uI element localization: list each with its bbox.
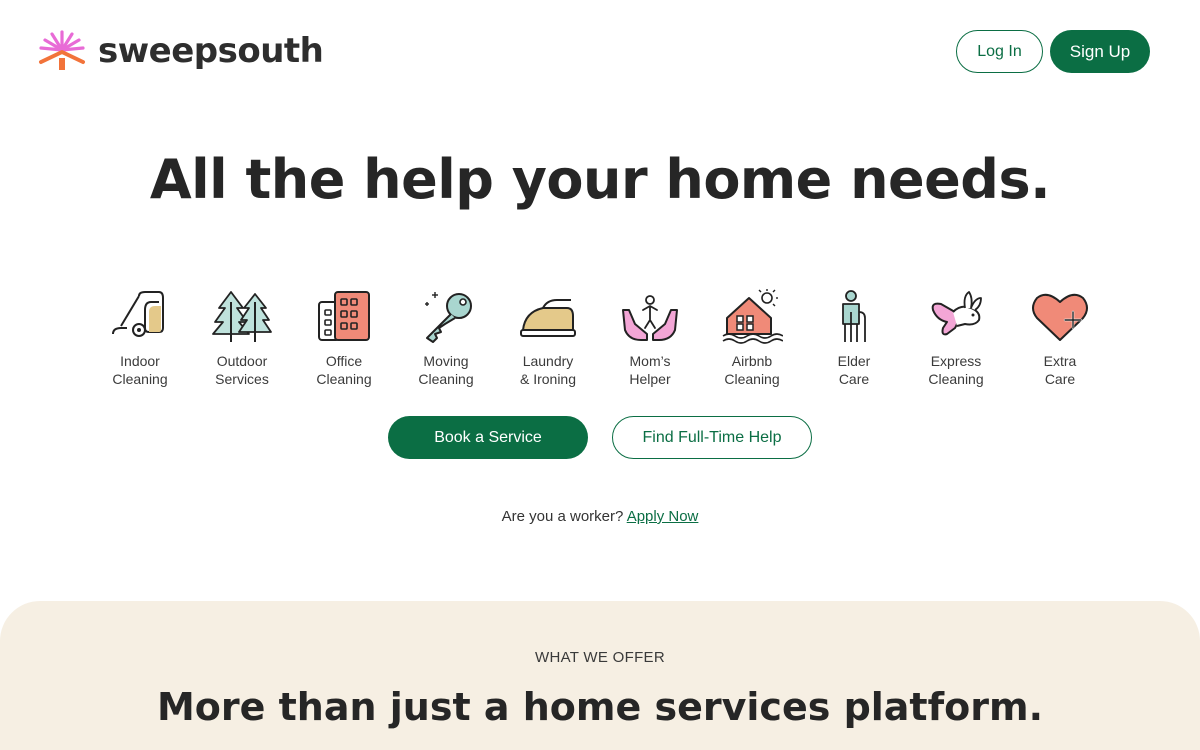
service-label-line2: Care — [838, 371, 870, 387]
house-sun-icon — [722, 289, 783, 344]
iron-icon — [520, 299, 576, 337]
service-label-line2: Cleaning — [316, 371, 372, 387]
services-row: Indoor Cleaning Outdoor Services Office … — [88, 288, 1112, 398]
service-label-line1: Airbnb — [731, 353, 773, 369]
service-indoor-cleaning[interactable]: Indoor Cleaning — [88, 288, 192, 398]
service-label-line2: Helper — [629, 371, 671, 387]
service-label-line1: Express — [930, 353, 982, 369]
heart-plus-icon — [1032, 293, 1088, 341]
vacuum-icon — [112, 291, 164, 337]
service-label-line2: Cleaning — [418, 371, 474, 387]
service-label-line1: Indoor — [120, 353, 160, 369]
service-extra-care[interactable]: Extra Care — [1008, 288, 1112, 398]
service-label-line2: & Ironing — [519, 371, 577, 387]
office-building-icon — [318, 291, 370, 341]
offer-section: WHAT WE OFFER More than just a home serv… — [0, 601, 1200, 750]
service-label-line2: Cleaning — [112, 371, 168, 387]
service-label-line2: Services — [215, 371, 269, 387]
book-service-button[interactable]: Book a Service — [388, 416, 588, 459]
worker-prompt: Are you a worker? Apply Now — [0, 508, 1200, 525]
signup-button[interactable]: Sign Up — [1050, 30, 1150, 73]
logo-wordmark: sweepsouth — [98, 31, 324, 71]
rabbit-icon — [931, 291, 982, 336]
service-label-line2: Care — [1044, 371, 1076, 387]
worker-question: Are you a worker? — [501, 508, 624, 525]
login-button[interactable]: Log In — [956, 30, 1043, 73]
service-elder-care[interactable]: Elder Care — [802, 288, 906, 398]
elder-person-icon — [842, 290, 866, 342]
hands-baby-icon — [622, 295, 678, 341]
offer-title: More than just a home services platform. — [156, 685, 1044, 729]
hero-title: All the help your home needs. — [149, 148, 1051, 211]
service-label-line1: Office — [325, 353, 363, 369]
service-outdoor-services[interactable]: Outdoor Services — [190, 288, 294, 398]
find-full-time-help-button[interactable]: Find Full-Time Help — [612, 416, 812, 459]
trees-icon — [212, 291, 272, 342]
service-moving-cleaning[interactable]: Moving Cleaning — [394, 288, 498, 398]
service-label-line1: Extra — [1043, 353, 1077, 369]
service-laundry-ironing[interactable]: Laundry & Ironing — [496, 288, 600, 398]
logo-link[interactable]: sweepsouth — [38, 28, 324, 74]
page: sweepsouth Log In Sign Up All the help y… — [0, 0, 1200, 750]
service-express-cleaning[interactable]: Express Cleaning — [904, 288, 1008, 398]
key-icon — [425, 292, 472, 343]
service-label-line2: Cleaning — [724, 371, 780, 387]
service-label-line2: Cleaning — [928, 371, 984, 387]
offer-kicker: WHAT WE OFFER — [534, 649, 665, 666]
header: sweepsouth Log In Sign Up — [0, 0, 1200, 100]
service-moms-helper[interactable]: Mom’s Helper — [598, 288, 702, 398]
service-label-line1: Outdoor — [216, 353, 268, 369]
service-label-line1: Elder — [837, 353, 871, 369]
service-label-line1: Moving — [423, 353, 469, 369]
service-airbnb-cleaning[interactable]: Airbnb Cleaning — [700, 288, 804, 398]
service-label-line1: Mom’s — [629, 353, 671, 369]
apply-now-link[interactable]: Apply Now — [627, 508, 699, 525]
service-label-line1: Laundry — [522, 353, 574, 369]
service-office-cleaning[interactable]: Office Cleaning — [292, 288, 396, 398]
sweepsouth-logo-icon — [39, 30, 85, 70]
